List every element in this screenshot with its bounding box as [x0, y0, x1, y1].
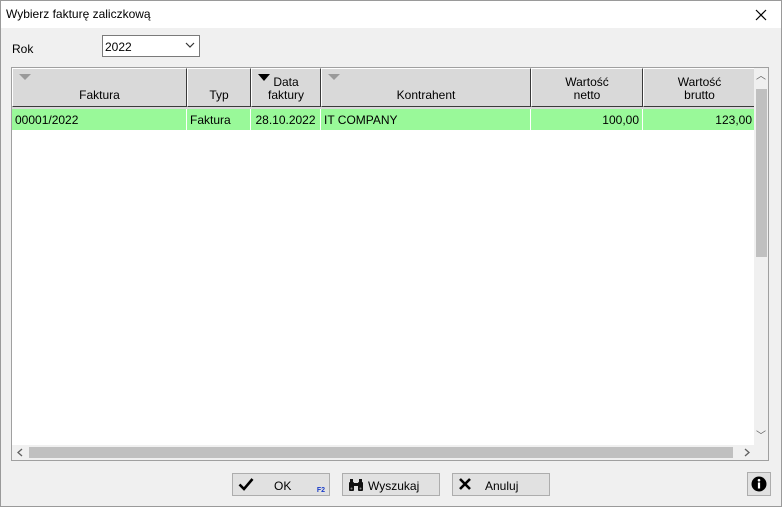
column-header-label: Faktura — [79, 88, 120, 102]
column-header-label: Wartość netto — [565, 75, 609, 102]
binoculars-icon — [349, 479, 363, 491]
cancel-button-label: Anuluj — [485, 479, 519, 493]
grid-header: Faktura Typ Data faktury Kontrahent Wart… — [12, 68, 756, 109]
vertical-scroll-thumb[interactable] — [756, 89, 767, 257]
column-header-label: Typ — [209, 88, 229, 102]
sort-descending-icon — [258, 74, 270, 81]
cell-kontrahent: IT COMPANY — [321, 109, 531, 131]
shortcut-hint: F2 — [316, 487, 325, 494]
cell-brutto: 123,00 — [643, 109, 756, 131]
search-button-label: Wyszukaj — [368, 479, 420, 493]
cell-data: 28.10.2022 — [251, 109, 321, 131]
column-header-brutto[interactable]: Wartość brutto — [643, 68, 756, 107]
column-header-label: Data faktury — [267, 75, 304, 102]
title-bar: Wybierz fakturę zaliczkową — [1, 1, 781, 28]
column-header-kontrahent[interactable]: Kontrahent — [321, 68, 531, 107]
close-icon — [755, 9, 767, 20]
cell-typ: Faktura — [187, 109, 251, 131]
scroll-down-icon[interactable]: ﹀ — [754, 430, 768, 444]
horizontal-scroll-thumb[interactable] — [29, 447, 733, 458]
close-button[interactable] — [741, 1, 781, 28]
dialog-window: Wybierz fakturę zaliczkową Rok 2022 Fakt… — [0, 0, 782, 507]
year-label: Rok — [12, 42, 34, 56]
table-row[interactable]: 00001/2022 Faktura 28.10.2022 IT COMPANY… — [12, 109, 756, 131]
column-header-label: Wartość brutto — [677, 75, 722, 102]
scroll-up-icon[interactable]: ︿ — [754, 70, 768, 84]
sort-indicator-icon — [19, 74, 31, 80]
x-icon — [459, 478, 471, 490]
year-select-value: 2022 — [105, 40, 132, 54]
search-button[interactable]: Wyszukaj — [342, 473, 440, 496]
year-select[interactable]: 2022 — [102, 35, 200, 57]
ok-button-label: OK — [274, 479, 292, 493]
column-header-netto[interactable]: Wartość netto — [531, 68, 643, 107]
scroll-left-icon[interactable] — [16, 448, 24, 457]
cell-faktura: 00001/2022 — [12, 109, 187, 131]
column-header-label: Kontrahent — [396, 88, 456, 102]
cancel-button[interactable]: Anuluj — [452, 473, 550, 496]
window-title: Wybierz fakturę zaliczkową — [6, 7, 151, 21]
scroll-right-icon[interactable] — [743, 448, 751, 457]
column-header-data[interactable]: Data faktury — [251, 68, 321, 107]
info-icon — [751, 476, 767, 492]
column-header-typ[interactable]: Typ — [187, 68, 251, 107]
chevron-down-icon — [185, 42, 195, 48]
horizontal-scrollbar[interactable] — [12, 445, 756, 460]
vertical-scrollbar[interactable]: ︿ ﹀ — [754, 68, 768, 446]
scrollbar-corner — [754, 445, 768, 460]
info-button[interactable] — [747, 472, 771, 496]
ok-button[interactable]: OK F2 — [232, 473, 330, 496]
sort-indicator-icon — [328, 74, 340, 80]
checkmark-icon — [238, 478, 254, 491]
cell-netto: 100,00 — [531, 109, 643, 131]
invoice-grid[interactable]: Faktura Typ Data faktury Kontrahent Wart… — [11, 67, 769, 461]
column-header-faktura[interactable]: Faktura — [12, 68, 187, 107]
